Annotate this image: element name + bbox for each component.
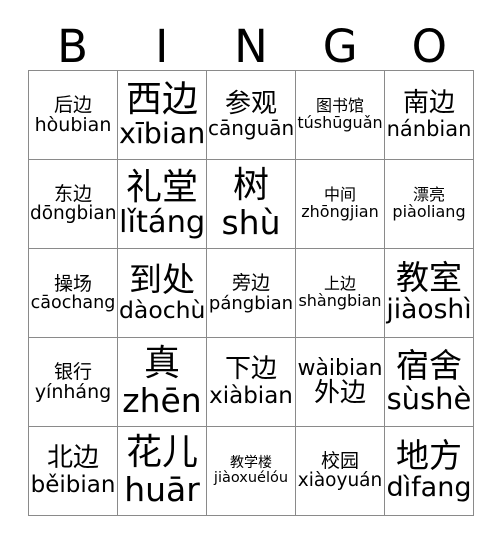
bingo-header: B I N GO [28,18,474,70]
cell-hanzi: 外边 [313,377,366,408]
cell-hanzi: 教学楼 [230,454,272,471]
bingo-cell-r1c5[interactable]: 南边 nánbian [385,71,474,160]
bingo-cell-r3c2[interactable]: 到处 dàochù [118,249,207,338]
bingo-cell-r4c1[interactable]: 银行 yínháng [29,338,118,427]
cell-pinyin: lǐtáng [119,204,206,240]
bingo-cell-r1c1[interactable]: 后边 hòubian [29,71,118,160]
cell-pinyin: dōngbian [30,203,117,225]
bingo-header-letter-g: G [322,20,358,73]
cell-pinyin: wàibian [297,355,383,381]
cell-pinyin: nánbian [386,116,472,141]
bingo-header-letter-i: I [155,20,169,73]
cell-hanzi: 参观 [224,88,277,119]
cell-pinyin: xībian [119,116,206,150]
bingo-header-letter-o: O [411,20,448,73]
cell-pinyin: dàochù [119,296,206,325]
cell-pinyin: zhēn [122,380,202,420]
bingo-header-letter-b: B [57,20,89,73]
cell-pinyin: sùshè [386,382,472,417]
bingo-cell-r2c1[interactable]: 东边 dōngbian [29,160,118,249]
cell-hanzi: 到处 [129,260,195,300]
cell-pinyin: cāochang [30,292,116,313]
cell-hanzi: 校园 [320,450,359,473]
cell-pinyin: běibian [30,471,116,498]
bingo-cell-r2c5[interactable]: 漂亮 piàoliang [385,160,474,249]
bingo-cell-r2c3[interactable]: 树 shù [207,160,296,249]
bingo-cell-r4c3[interactable]: 下边 xiàbian [207,338,296,427]
bingo-cell-r4c4[interactable]: 外边 wàibian [296,338,385,427]
bingo-cell-r3c4[interactable]: 上边 shàngbian [296,249,385,338]
bingo-cell-r3c1[interactable]: 操场 cāochang [29,249,118,338]
cell-pinyin: zhōngjian [301,202,379,221]
bingo-cell-r1c3[interactable]: 参观 cānguān [207,71,296,160]
bingo-cell-r5c5[interactable]: 地方 dìfang [385,427,474,516]
cell-pinyin: jiàoshì [386,294,472,326]
cell-hanzi: 下边 [224,354,277,385]
cell-hanzi: 北边 [46,443,99,474]
cell-hanzi: 操场 [53,272,92,295]
bingo-cell-r3c5[interactable]: 教室 jiàoshì [385,249,474,338]
bingo-cell-r1c4[interactable]: 图书馆 túshūguǎn [296,71,385,160]
bingo-header-letter-n: N [234,20,268,73]
cell-hanzi: 银行 [53,360,92,383]
cell-pinyin: xiàoyuán [297,470,383,492]
bingo-cell-r4c2[interactable]: 真 zhēn [118,338,207,427]
cell-hanzi: 西边 [125,78,198,120]
cell-hanzi: 真 [143,343,180,385]
cell-pinyin: jiàoxuélóu [213,469,289,486]
bingo-grid: 后边 hòubian 西边 xībian 参观 cānguān 图书馆 túshūguǎn 南边… [28,70,474,516]
cell-pinyin: xiàbian [209,382,293,409]
cell-pinyin: huār [124,469,200,509]
cell-hanzi: 宿舍 [396,346,462,386]
cell-hanzi: 树 [232,165,269,207]
bingo-cell-r5c2[interactable]: 花儿 huār [118,427,207,516]
cell-pinyin: yínháng [34,381,112,403]
cell-hanzi: 东边 [53,183,92,206]
cell-pinyin: shàngbian [298,291,382,310]
cell-hanzi: 南边 [402,88,455,119]
cell-pinyin: shù [221,202,281,242]
cell-pinyin: pángbian [208,292,294,314]
bingo-cell-r2c2[interactable]: 礼堂 lǐtáng [118,160,207,249]
cell-pinyin: dìfang [386,472,472,504]
bingo-cell-r4c5[interactable]: 宿舍 sùshè [385,338,474,427]
bingo-cell-r5c3[interactable]: 教学楼 jiàoxuélóu [207,427,296,516]
cell-pinyin: hòubian [34,114,112,136]
bingo-cell-r1c2[interactable]: 西边 xībian [118,71,207,160]
cell-hanzi: 旁边 [231,272,270,295]
bingo-cell-r3c3[interactable]: 旁边 pángbian [207,249,296,338]
cell-hanzi: 礼堂 [125,166,198,208]
bingo-cell-r5c1[interactable]: 北边 běibian [29,427,118,516]
bingo-cell-r2c4[interactable]: 中间 zhōngjian [296,160,385,249]
bingo-card: BINGO 后边 hòubian 西边 xībian 参观 cānguān 图书馆 túshū… [0,0,500,544]
cell-hanzi: 花儿 [125,432,198,474]
cell-pinyin: cānguān [208,116,295,141]
cell-pinyin: túshūguǎn [297,113,383,132]
cell-hanzi: 地方 [396,436,462,476]
cell-hanzi: 后边 [53,93,92,116]
bingo-cell-r5c4[interactable]: 校园 xiàoyuán [296,427,385,516]
cell-hanzi: 教室 [396,258,462,298]
cell-pinyin: piàoliang [392,202,466,221]
